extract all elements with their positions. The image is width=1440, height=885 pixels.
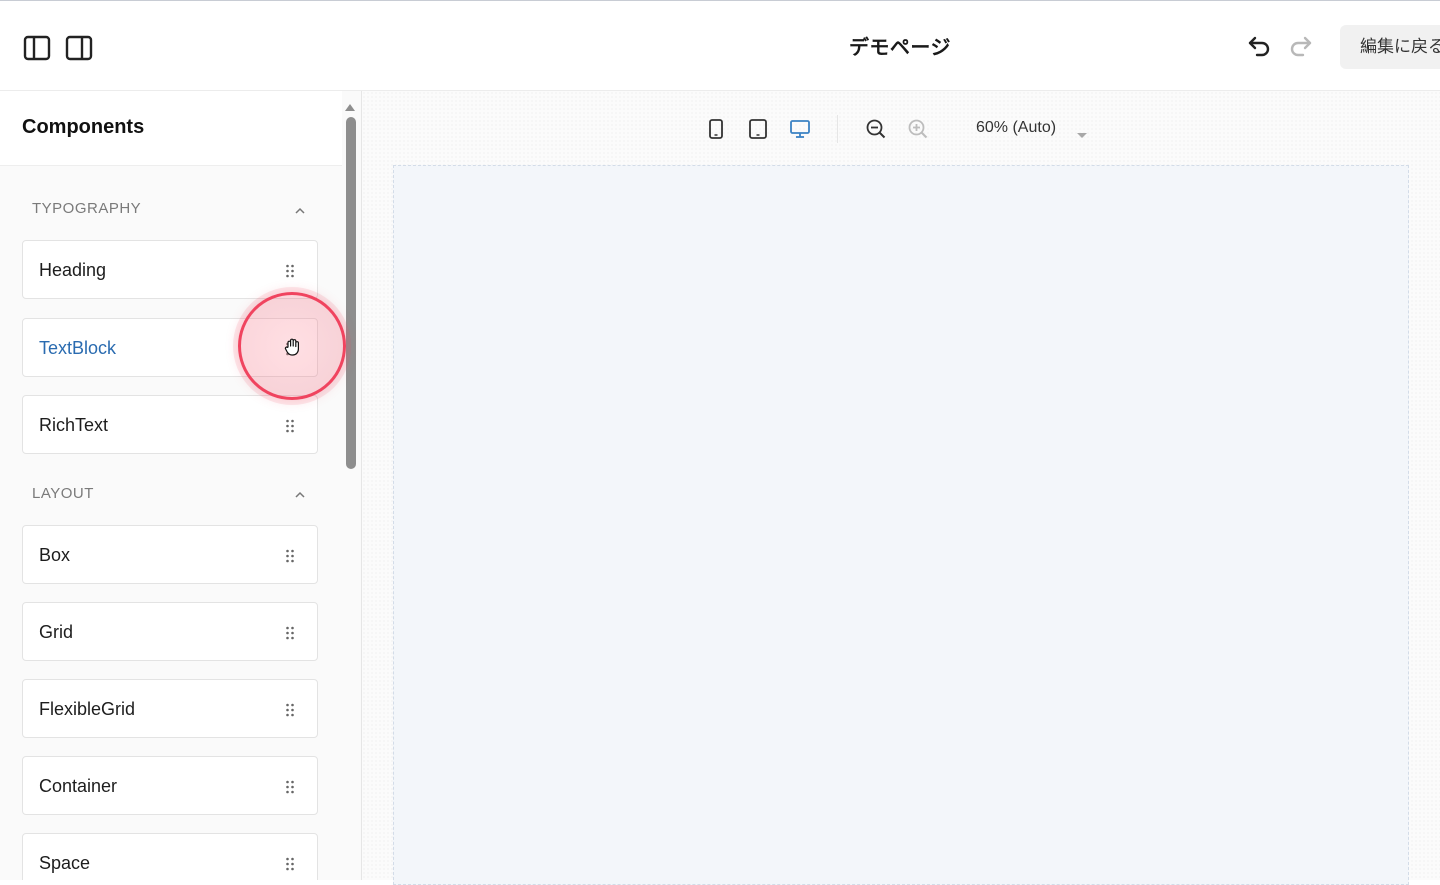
component-item-label: Heading	[39, 260, 107, 280]
component-item-label: Container	[39, 776, 118, 796]
editor-header: デモページ 編集に戻る	[0, 1, 1440, 91]
undo-icon[interactable]	[1246, 32, 1274, 60]
scrollbar-up-arrow-icon[interactable]	[344, 99, 356, 111]
sidebar-title: Components	[22, 116, 145, 138]
toolbar-divider	[837, 115, 838, 143]
component-item-label: RichText	[39, 415, 109, 435]
zoom-level-select[interactable]: 60% (Auto)	[976, 119, 1087, 141]
drag-handle-icon[interactable]	[285, 857, 295, 871]
grab-hand-cursor-icon	[282, 336, 304, 358]
redo-icon[interactable]	[1286, 32, 1314, 60]
component-item-label: Grid	[39, 622, 74, 642]
preview-canvas-area: 60% (Auto)	[362, 91, 1440, 885]
component-item-label: FlexibleGrid	[39, 699, 136, 719]
drag-handle-icon[interactable]	[285, 419, 295, 433]
sidebar-scrollbar-thumb[interactable]	[346, 117, 356, 469]
drag-handle-icon[interactable]	[285, 549, 295, 563]
component-item-richtext[interactable]: RichText	[22, 395, 318, 454]
drag-handle-icon[interactable]	[285, 703, 295, 717]
tablet-icon[interactable]	[746, 117, 770, 141]
mobile-icon[interactable]	[704, 117, 728, 141]
drag-handle-icon[interactable]	[285, 626, 295, 640]
sidebar-header: Components	[0, 91, 342, 166]
component-item-space[interactable]: Space	[22, 833, 318, 880]
chevron-up-icon[interactable]	[294, 202, 306, 214]
drag-handle-icon[interactable]	[285, 264, 295, 278]
component-item-heading[interactable]: Heading	[22, 240, 318, 299]
zoom-level-label: 60% (Auto)	[976, 119, 1057, 136]
components-sidebar: Components TYPOGRAPHY Heading TextBlock …	[0, 91, 362, 880]
section-heading-typography: TYPOGRAPHY	[32, 200, 142, 217]
component-item-grid[interactable]: Grid	[22, 602, 318, 661]
chevron-down-icon	[1075, 127, 1089, 138]
component-item-box[interactable]: Box	[22, 525, 318, 584]
back-to-edit-button[interactable]: 編集に戻る	[1340, 25, 1440, 69]
component-item-label: Box	[39, 545, 71, 565]
component-item-label: Space	[39, 853, 91, 873]
component-item-container[interactable]: Container	[22, 756, 318, 815]
page-preview-frame[interactable]	[393, 165, 1409, 885]
zoom-in-icon[interactable]	[906, 117, 930, 141]
zoom-out-icon[interactable]	[864, 117, 888, 141]
desktop-icon[interactable]	[788, 117, 812, 141]
component-item-flexiblegrid[interactable]: FlexibleGrid	[22, 679, 318, 738]
page-title: デモページ	[848, 35, 952, 59]
section-heading-layout: LAYOUT	[32, 485, 94, 502]
drag-handle-icon[interactable]	[285, 780, 295, 794]
chevron-up-icon[interactable]	[294, 486, 306, 498]
component-item-label: TextBlock	[39, 338, 117, 358]
